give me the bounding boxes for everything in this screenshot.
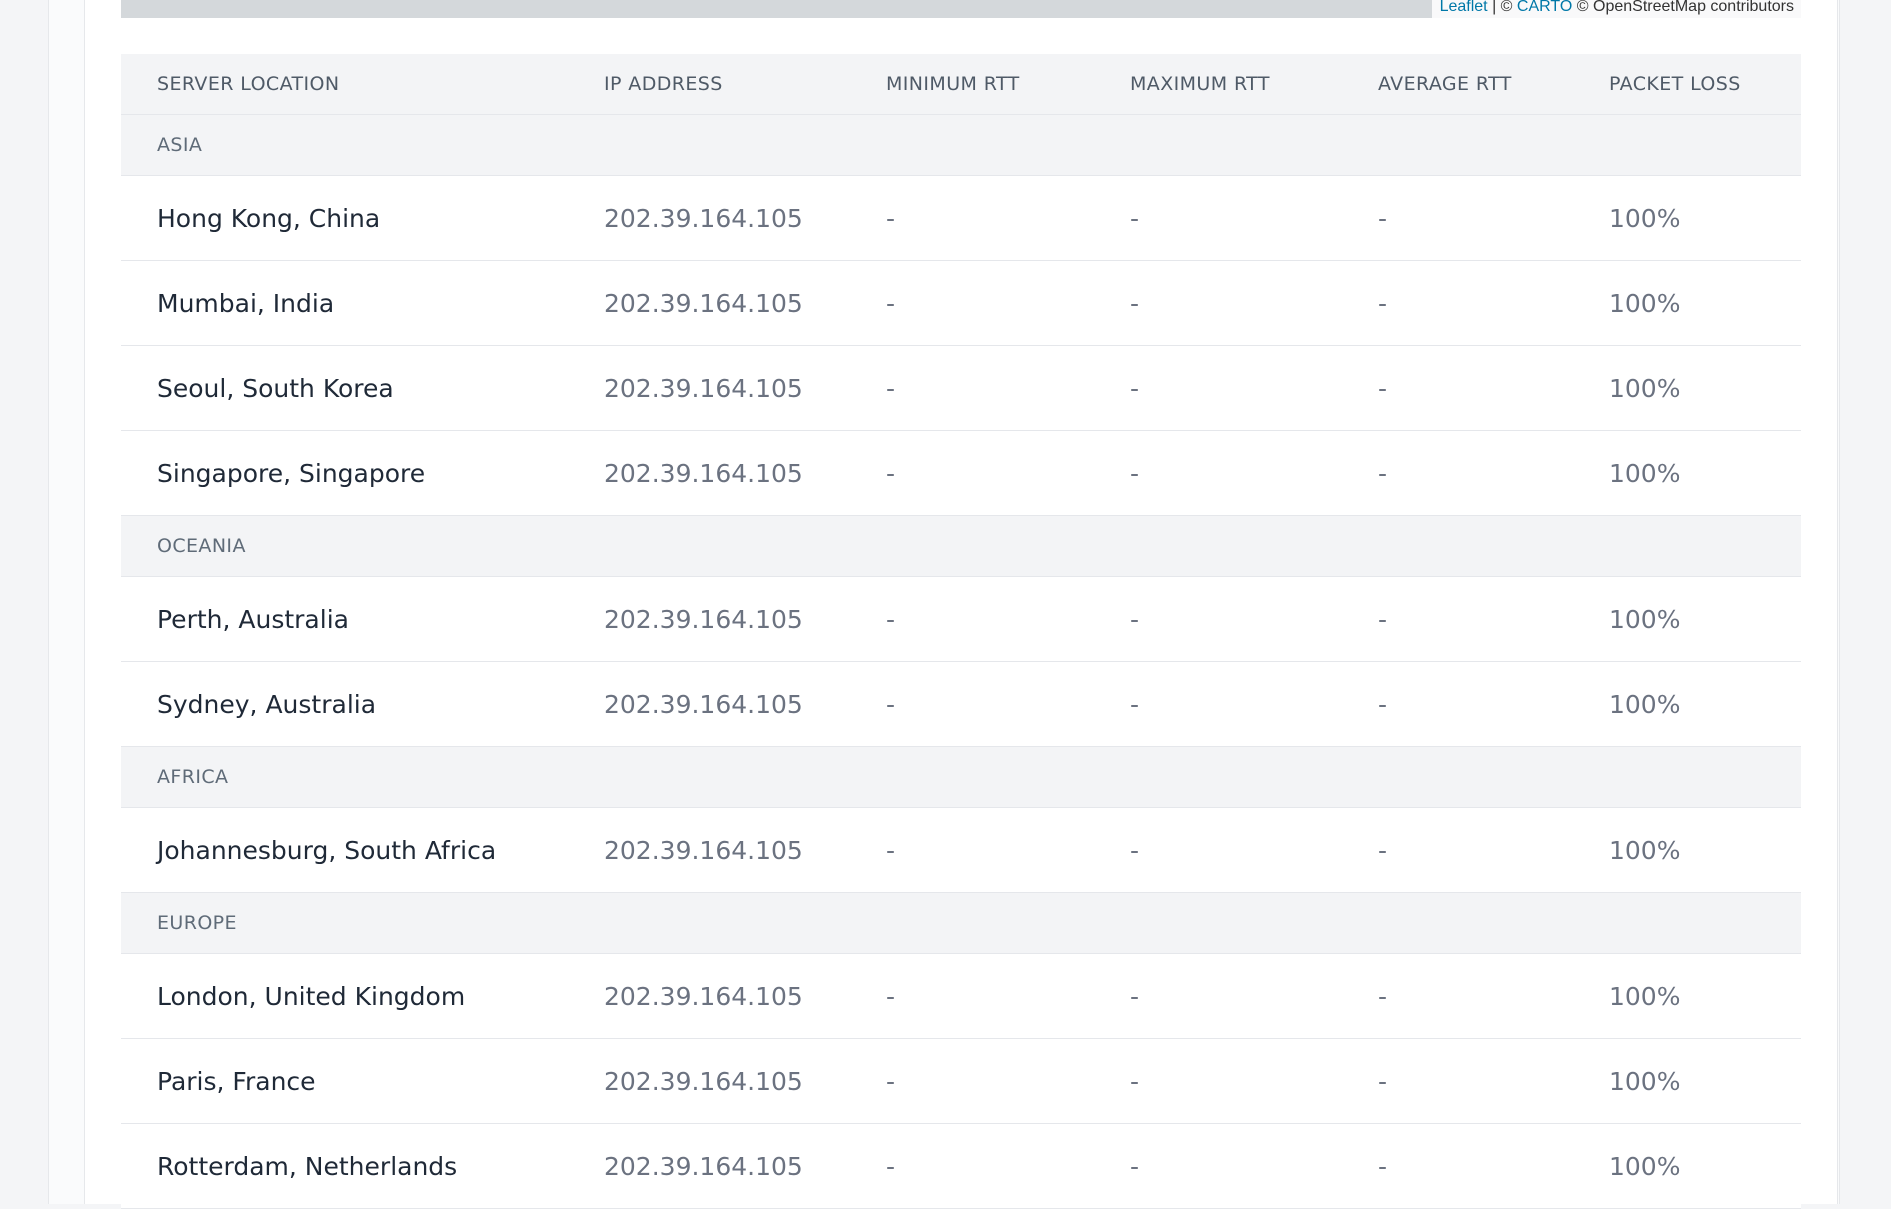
ip-address-cell: 202.39.164.105 [604, 430, 886, 516]
avg-rtt-cell: - [1378, 430, 1609, 516]
min-rtt-cell: - [886, 953, 1130, 1039]
ip-address-cell: 202.39.164.105 [604, 175, 886, 261]
min-rtt-cell: - [886, 430, 1130, 516]
max-rtt-cell: - [1130, 661, 1378, 747]
location-cell: Johannesburg, South Africa [121, 807, 604, 893]
ip-address-cell: 202.39.164.105 [604, 576, 886, 662]
table-body: ASIA Hong Kong, China 202.39.164.105- - -100… [121, 114, 1801, 1209]
location-cell: Sydney, Australia [121, 661, 604, 747]
table-row: Sydney, Australia 202.39.164.105- - -100% [121, 661, 1801, 747]
packet-loss-cell: 100% [1609, 175, 1801, 261]
ip-address-cell: 202.39.164.105 [604, 1038, 886, 1124]
min-rtt-cell: - [886, 260, 1130, 346]
max-rtt-cell: - [1130, 175, 1378, 261]
avg-rtt-cell: - [1378, 661, 1609, 747]
max-rtt-cell: - [1130, 1123, 1378, 1209]
max-rtt-cell: - [1130, 260, 1378, 346]
table-row: London, United Kingdom 202.39.164.105- - -1… [121, 953, 1801, 1039]
location-cell: Mumbai, India [121, 260, 604, 346]
column-header-min-rtt[interactable]: MINIMUM RTT [886, 54, 1130, 115]
location-cell: Singapore, Singapore [121, 430, 604, 516]
location-cell: Rotterdam, Netherlands [121, 1123, 604, 1209]
min-rtt-cell: - [886, 576, 1130, 662]
leaflet-link[interactable]: Leaflet [1440, 0, 1488, 15]
map-panel[interactable]: Leaflet | © CARTO © OpenStreetMap contri… [121, 0, 1801, 18]
osm-attribution: © OpenStreetMap contributors [1572, 0, 1794, 15]
region-group-row-europe: EUROPE [121, 892, 1801, 954]
region-label: ASIA [121, 114, 1801, 176]
max-rtt-cell: - [1130, 430, 1378, 516]
location-cell: Paris, France [121, 1038, 604, 1124]
min-rtt-cell: - [886, 661, 1130, 747]
max-rtt-cell: - [1130, 807, 1378, 893]
column-header-location[interactable]: SERVER LOCATION [121, 54, 604, 115]
min-rtt-cell: - [886, 1123, 1130, 1209]
location-cell: Perth, Australia [121, 576, 604, 662]
table-row: Hong Kong, China 202.39.164.105- - -100% [121, 175, 1801, 261]
ip-address-cell: 202.39.164.105 [604, 1123, 886, 1209]
column-header-max-rtt[interactable]: MAXIMUM RTT [1130, 54, 1378, 115]
packet-loss-cell: 100% [1609, 345, 1801, 431]
ip-address-cell: 202.39.164.105 [604, 260, 886, 346]
table-row: Seoul, South Korea 202.39.164.105- - -100% [121, 345, 1801, 431]
location-cell: Seoul, South Korea [121, 345, 604, 431]
packet-loss-cell: 100% [1609, 260, 1801, 346]
region-group-row-africa: AFRICA [121, 746, 1801, 808]
table-row: Rotterdam, Netherlands 202.39.164.105- - -1… [121, 1123, 1801, 1209]
column-header-packet-loss[interactable]: PACKET LOSS [1609, 54, 1801, 115]
min-rtt-cell: - [886, 1038, 1130, 1124]
packet-loss-cell: 100% [1609, 953, 1801, 1039]
column-header-avg-rtt[interactable]: AVERAGE RTT [1378, 54, 1609, 115]
packet-loss-cell: 100% [1609, 576, 1801, 662]
ip-address-cell: 202.39.164.105 [604, 661, 886, 747]
min-rtt-cell: - [886, 345, 1130, 431]
avg-rtt-cell: - [1378, 1038, 1609, 1124]
avg-rtt-cell: - [1378, 1123, 1609, 1209]
table-row: Paris, France 202.39.164.105- - -100% [121, 1038, 1801, 1124]
avg-rtt-cell: - [1378, 576, 1609, 662]
packet-loss-cell: 100% [1609, 807, 1801, 893]
table-row: Mumbai, India 202.39.164.105- - -100% [121, 260, 1801, 346]
avg-rtt-cell: - [1378, 807, 1609, 893]
carto-link[interactable]: CARTO [1517, 0, 1572, 15]
packet-loss-cell: 100% [1609, 1038, 1801, 1124]
min-rtt-cell: - [886, 175, 1130, 261]
location-cell: London, United Kingdom [121, 953, 604, 1039]
attribution-separator: | © [1487, 0, 1517, 15]
region-group-row-asia: ASIA [121, 114, 1801, 176]
avg-rtt-cell: - [1378, 175, 1609, 261]
ping-results-table: SERVER LOCATION IP ADDRESS MINIMUM RTT M… [121, 54, 1801, 1209]
location-cell: Hong Kong, China [121, 175, 604, 261]
packet-loss-cell: 100% [1609, 661, 1801, 747]
avg-rtt-cell: - [1378, 260, 1609, 346]
max-rtt-cell: - [1130, 953, 1378, 1039]
map-attribution: Leaflet | © CARTO © OpenStreetMap contri… [1431, 0, 1801, 18]
ip-address-cell: 202.39.164.105 [604, 953, 886, 1039]
table-row: Singapore, Singapore 202.39.164.105- - -100… [121, 430, 1801, 516]
max-rtt-cell: - [1130, 345, 1378, 431]
max-rtt-cell: - [1130, 1038, 1378, 1124]
table-row: Johannesburg, South Africa 202.39.164.105… [121, 807, 1801, 893]
region-label: EUROPE [121, 892, 1801, 954]
avg-rtt-cell: - [1378, 345, 1609, 431]
min-rtt-cell: - [886, 807, 1130, 893]
packet-loss-cell: 100% [1609, 1123, 1801, 1209]
ip-address-cell: 202.39.164.105 [604, 345, 886, 431]
max-rtt-cell: - [1130, 576, 1378, 662]
ip-address-cell: 202.39.164.105 [604, 807, 886, 893]
column-header-ip[interactable]: IP ADDRESS [604, 54, 886, 115]
region-label: AFRICA [121, 746, 1801, 808]
avg-rtt-cell: - [1378, 953, 1609, 1039]
table-header-row: SERVER LOCATION IP ADDRESS MINIMUM RTT M… [121, 54, 1801, 115]
region-group-row-oceania: OCEANIA [121, 515, 1801, 577]
region-label: OCEANIA [121, 515, 1801, 577]
packet-loss-cell: 100% [1609, 430, 1801, 516]
table-row: Perth, Australia 202.39.164.105- - -100% [121, 576, 1801, 662]
